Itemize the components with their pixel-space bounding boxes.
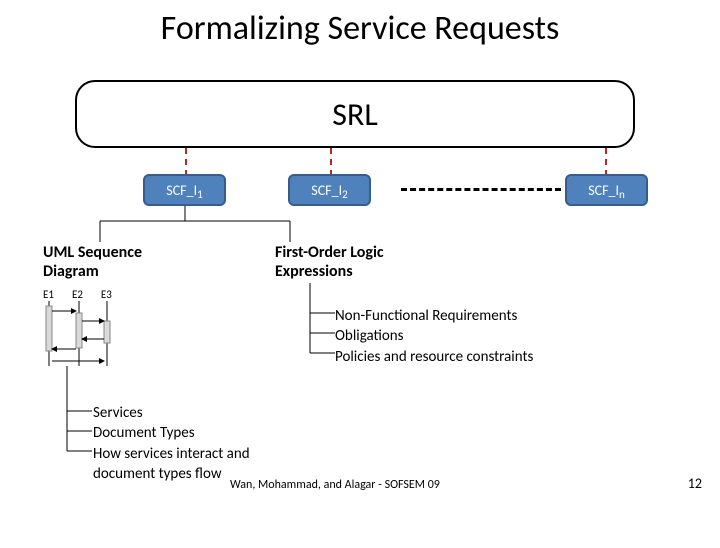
uml-sequence-diagram: E1 E2 E3 xyxy=(43,288,163,371)
connector-dashed-2 xyxy=(330,148,332,176)
fol-label-line1: First-Order Logic xyxy=(275,243,384,262)
branch-item-interact-l1: How services interact and xyxy=(93,444,250,464)
branch-item-obligations: Obligations xyxy=(335,326,533,346)
branch-item-doctypes: Document Types xyxy=(93,423,250,443)
scf-sub-1: 1 xyxy=(197,188,203,201)
branch-fol-items: Non-Functional Requirements Obligations … xyxy=(335,306,533,367)
connector-split xyxy=(90,206,340,246)
scf-prefix: SCF_I xyxy=(311,182,342,199)
seq-col-e2: E2 xyxy=(72,288,83,301)
scf-box-1: SCF_I1 xyxy=(143,174,226,206)
uml-label-line1: UML Sequence xyxy=(43,243,142,262)
branch-uml-items: Services Document Types How services int… xyxy=(93,403,250,484)
page-number: 12 xyxy=(688,475,702,492)
branch-item-policies: Policies and resource constraints xyxy=(335,347,533,367)
uml-label: UML Sequence Diagram xyxy=(43,243,142,281)
seq-col-e1: E1 xyxy=(43,288,54,301)
slide-title: Formalizing Service Requests xyxy=(0,8,720,49)
srl-box: SRL xyxy=(75,80,635,148)
branch-item-services: Services xyxy=(93,403,250,423)
seq-col-e3: E3 xyxy=(101,288,112,301)
scf-sub-n: n xyxy=(619,188,625,201)
scf-box-2: SCF_I2 xyxy=(288,174,371,206)
connector-dashed-3 xyxy=(605,148,607,176)
scf-box-n: SCF_In xyxy=(565,174,648,206)
branch2-connector xyxy=(62,366,97,466)
scf-prefix: SCF_I xyxy=(588,182,619,199)
connector-dashed-1 xyxy=(185,148,187,176)
branch-item-interact-l2: document types flow xyxy=(93,464,250,484)
srl-label: SRL xyxy=(332,95,378,134)
fol-label: First-Order Logic Expressions xyxy=(275,243,384,281)
fol-label-line2: Expressions xyxy=(275,262,384,281)
scf-sub-2: 2 xyxy=(342,188,348,201)
uml-label-line2: Diagram xyxy=(43,262,142,281)
ellipsis-dash xyxy=(401,188,561,191)
seq-svg xyxy=(43,301,143,371)
scf-prefix: SCF_I xyxy=(166,182,197,199)
branch-item-nfr: Non-Functional Requirements xyxy=(335,306,533,326)
footer-citation: Wan, Mohammad, and Alagar - SOFSEM 09 xyxy=(230,478,440,492)
